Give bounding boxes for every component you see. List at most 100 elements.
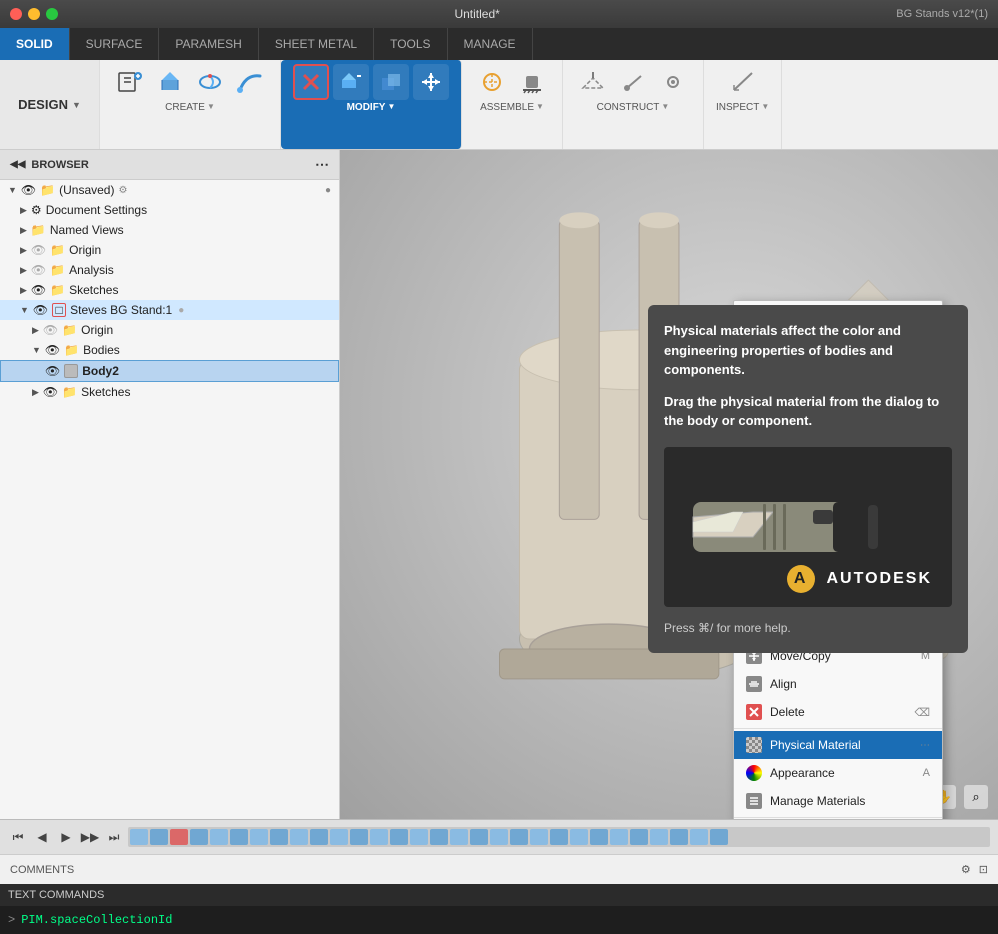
modify-icons [293, 64, 449, 100]
browser-item-analysis[interactable]: ▶ 👁 📁 Analysis [0, 260, 339, 280]
timeline-item-25 [610, 829, 628, 845]
timeline-item-23 [570, 829, 588, 845]
comments-label: COMMENTS [10, 864, 74, 876]
physical-material-tooltip: Physical materials affect the color and … [648, 305, 968, 653]
expand-arrow-unsaved: ▼ [8, 185, 17, 195]
design-chevron-icon: ▼ [72, 100, 81, 110]
timeline-play-button[interactable]: ▶ [56, 827, 76, 847]
combine-button[interactable] [373, 64, 409, 100]
folder-icon-bodies: 📁 [64, 343, 79, 357]
timeline-track[interactable] [128, 827, 990, 847]
browser-item-origin-1[interactable]: ▶ 👁 📁 Origin [0, 240, 339, 260]
construct-icons [575, 64, 691, 100]
browser-item-named-views[interactable]: ▶ 📁 Named Views [0, 220, 339, 240]
sweep-button[interactable] [232, 64, 268, 100]
design-button[interactable]: DESIGN ▼ [0, 60, 100, 149]
browser-item-unsaved[interactable]: ▼ 👁 📁 (Unsaved) ⚙ ● [0, 180, 339, 200]
create-label: CREATE [165, 102, 205, 113]
bodies-label: Bodies [83, 343, 120, 357]
align-icon [746, 676, 762, 692]
timeline-next-button[interactable]: ▶▶ [80, 827, 100, 847]
assemble-label: ASSEMBLE [480, 102, 534, 113]
push-pull-button[interactable] [333, 64, 369, 100]
arrow-sketches-1: ▶ [20, 285, 27, 296]
timeline-prev-button[interactable]: ◀ [32, 827, 52, 847]
timeline-last-button[interactable]: ⏭ [104, 827, 124, 847]
arrow-analysis: ▶ [20, 265, 27, 276]
move-button[interactable] [413, 64, 449, 100]
menu-item-physical-material[interactable]: Physical Material ⋯ [734, 731, 942, 759]
browser-item-body2[interactable]: 👁 Body2 [0, 360, 339, 382]
menu-item-delete[interactable]: Delete ⌫ [734, 698, 942, 726]
viewport[interactable]: Press Pull Q Fillet F [340, 150, 998, 819]
timeline-item-26 [630, 829, 648, 845]
eye-off-icon-origin-2: 👁 [43, 323, 58, 337]
close-button[interactable] [10, 8, 22, 20]
appearance-shortcut: A [923, 767, 930, 779]
folder-icon-unsaved: 📁 [40, 183, 55, 197]
menu-item-align[interactable]: Align [734, 670, 942, 698]
timeline-first-button[interactable]: ⏮ [8, 827, 28, 847]
construct-label: CONSTRUCT [597, 102, 660, 113]
browser-collapse-icon[interactable]: ◀◀ [10, 159, 25, 170]
ground-button[interactable] [514, 64, 550, 100]
menu-item-appearance[interactable]: Appearance A [734, 759, 942, 787]
steves-stand-label: Steves BG Stand:1 [70, 303, 172, 317]
command-input-value[interactable]: PIM.spaceCollectionId [21, 913, 172, 927]
joint-button[interactable] [474, 64, 510, 100]
comments-settings-icon[interactable]: ⚙ [961, 863, 971, 876]
timeline-item-28 [670, 829, 688, 845]
tab-tools[interactable]: TOOLS [374, 28, 447, 60]
autodesk-logo: AUTODESK [787, 565, 932, 593]
browser-item-sketches-1[interactable]: ▶ 👁 📁 Sketches [0, 280, 339, 300]
delete-shortcut: ⌫ [914, 706, 930, 719]
toolbar: DESIGN ▼ CREATE ▼ [0, 60, 998, 150]
tooltip-drag-text: Drag the physical material from the dial… [664, 392, 952, 431]
point-button[interactable] [655, 64, 691, 100]
viewport-search-icon[interactable]: ⌕ [964, 785, 988, 809]
axis-button[interactable] [615, 64, 651, 100]
folder-icon-analysis: 📁 [50, 263, 65, 277]
browser-item-doc-settings[interactable]: ▶ ⚙ Document Settings [0, 200, 339, 220]
browser-item-steves-stand[interactable]: ▼ 👁 □ Steves BG Stand:1 ● [0, 300, 339, 320]
comments-expand-icon[interactable]: ⊡ [979, 863, 988, 876]
revolve-button[interactable] [192, 64, 228, 100]
timeline-item-30 [710, 829, 728, 845]
menu-item-manage-materials[interactable]: Manage Materials [734, 787, 942, 815]
eye-icon-body2: 👁 [45, 364, 60, 378]
arrow-named-views: ▶ [20, 225, 27, 236]
tab-manage[interactable]: MANAGE [448, 28, 533, 60]
command-input-bar: > PIM.spaceCollectionId [0, 906, 998, 934]
maximize-button[interactable] [46, 8, 58, 20]
browser-options-icon[interactable]: ⋯ [315, 156, 329, 173]
assemble-icons [474, 64, 550, 100]
timeline-item-11 [330, 829, 348, 845]
browser-item-origin-2[interactable]: ▶ 👁 📁 Origin [0, 320, 339, 340]
eye-icon-steves-stand: 👁 [33, 303, 48, 317]
tab-solid[interactable]: SOLID [0, 28, 70, 60]
delete-modify-button[interactable] [293, 64, 329, 100]
offset-plane-button[interactable] [575, 64, 611, 100]
tab-surface[interactable]: SURFACE [70, 28, 160, 60]
tab-paramesh[interactable]: PARAMESH [159, 28, 258, 60]
browser-title: BROWSER [31, 159, 88, 171]
timeline-item-2 [150, 829, 168, 845]
minimize-button[interactable] [28, 8, 40, 20]
tab-sheet-metal[interactable]: SHEET METAL [259, 28, 374, 60]
arrow-doc-settings: ▶ [20, 205, 27, 216]
extrude-button[interactable] [152, 64, 188, 100]
measure-button[interactable] [725, 64, 761, 100]
browser-item-sketches-2[interactable]: ▶ 👁 📁 Sketches [0, 382, 339, 402]
body2-cube-icon [64, 364, 78, 378]
create-icons [112, 64, 268, 100]
timeline-item-21 [530, 829, 548, 845]
window-title: Untitled* [58, 7, 896, 21]
assemble-group: ASSEMBLE ▼ [462, 60, 563, 149]
browser-item-bodies[interactable]: ▼ 👁 📁 Bodies [0, 340, 339, 360]
eye-icon-unsaved: 👁 [21, 183, 36, 197]
named-views-label: Named Views [50, 223, 124, 237]
new-component-button[interactable] [112, 64, 148, 100]
folder-icon-named-views: 📁 [31, 223, 46, 237]
unsaved-label: (Unsaved) [59, 183, 114, 197]
timeline-item-13 [370, 829, 388, 845]
